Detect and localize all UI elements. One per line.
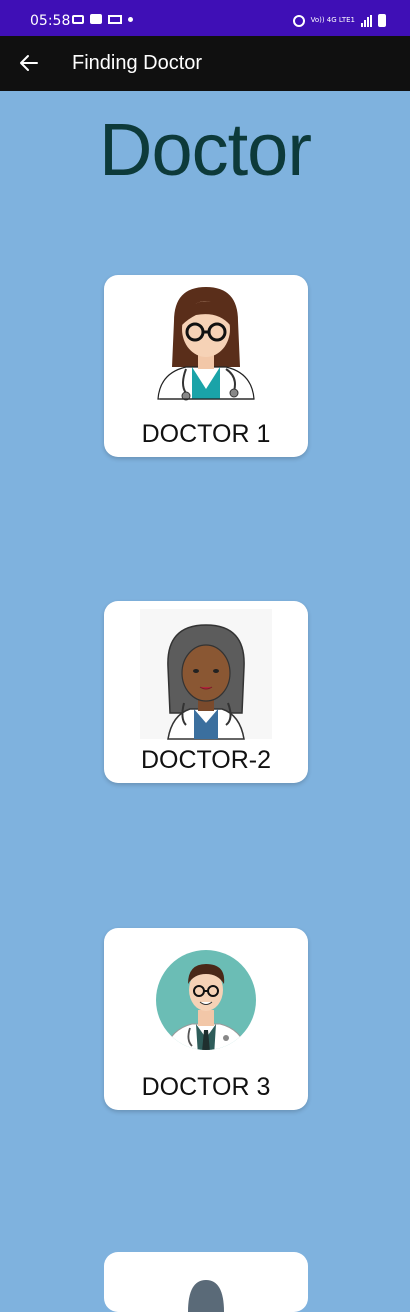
- female-doctor-dark-hair-icon: [140, 609, 272, 740]
- page-heading: Doctor: [99, 108, 312, 191]
- doctor-card-2[interactable]: DOCTOR-2: [104, 601, 308, 783]
- status-bar: 05:58 Vo)) 4G LTE1: [0, 0, 410, 36]
- app-bar: Finding Doctor: [0, 36, 410, 91]
- doctor-card-4[interactable]: [104, 1252, 308, 1312]
- doctor-card-1[interactable]: DOCTOR 1: [104, 275, 308, 457]
- laptop-icon: [108, 14, 122, 24]
- status-time: 05:58: [30, 13, 71, 29]
- doctor-avatar-icon: [188, 1280, 224, 1312]
- message-icon: [90, 14, 102, 24]
- doctor-card-label: DOCTOR 3: [141, 1073, 271, 1101]
- doctor-card-label: DOCTOR-2: [140, 746, 272, 774]
- network-label: Vo)) 4G LTE1: [310, 16, 355, 24]
- doctor-card-label: DOCTOR 1: [141, 420, 271, 448]
- doctor-card-3[interactable]: DOCTOR 3: [104, 928, 308, 1110]
- battery-icon: [378, 14, 386, 27]
- male-doctor-circle-icon: [156, 950, 256, 1050]
- status-notification-icons: [72, 14, 133, 24]
- video-call-icon: [72, 14, 84, 24]
- app-title: Finding Doctor: [72, 52, 203, 74]
- back-arrow-icon[interactable]: [15, 49, 43, 77]
- notification-dot-icon: [128, 16, 133, 22]
- status-system-icons: Vo)) 4G LTE1: [292, 14, 386, 27]
- signal-icon: [361, 14, 372, 27]
- alarm-icon: [292, 14, 305, 27]
- female-doctor-glasses-icon: [157, 287, 255, 401]
